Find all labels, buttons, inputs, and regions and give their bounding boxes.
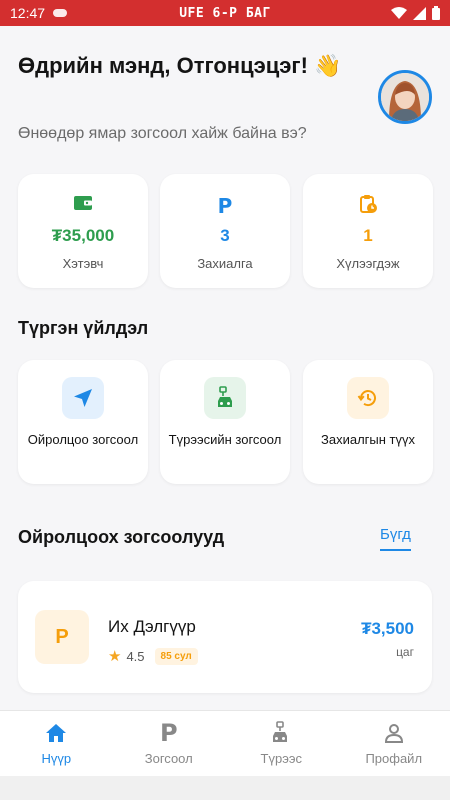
battery-icon	[432, 6, 440, 20]
price-unit: цаг	[396, 645, 414, 659]
nav-label: Түрээс	[260, 751, 302, 766]
status-carrier: UFE 6-Р БАГ	[179, 5, 271, 21]
nearby-title: Ойролцоох зогсоолууд	[18, 527, 225, 547]
stat-label: Хэтэвч	[62, 256, 104, 271]
status-icons	[391, 6, 440, 20]
greeting-title: Өдрийн мэнд, Отгонцэцэг! 👋	[18, 53, 342, 78]
stat-label: Хүлээгдэж	[336, 256, 400, 271]
nav-rental[interactable]: Түрээс	[225, 711, 338, 776]
stat-value: 1	[363, 226, 373, 245]
parking-icon: P	[217, 194, 233, 218]
stat-card-bookings[interactable]: P 3 Захиалга	[160, 174, 290, 288]
parking-name: Их Дэлгүүр	[108, 617, 196, 636]
quick-action-label: Захиалгын түүх	[321, 432, 415, 447]
system-nav-bar	[0, 776, 450, 800]
history-icon	[347, 377, 389, 419]
parking-card[interactable]: P Их Дэлгүүр ★ 4.5 85 сул ₮3,500 цаг	[18, 581, 432, 693]
status-time: 12:47	[10, 5, 46, 21]
parking-rating: ★ 4.5 85 сул	[108, 647, 198, 665]
greeting-subtitle: Өнөөдөр ямар зогсоол хайж байна вэ?	[18, 125, 307, 142]
nav-label: Профайл	[365, 751, 423, 766]
avatar-image	[381, 73, 429, 121]
stat-card-wallet[interactable]: ₮35,000 Хэтэвч	[18, 174, 148, 288]
nav-home[interactable]: Нүүр	[0, 711, 113, 776]
car-rent-icon	[269, 721, 293, 745]
quick-actions-title: Түргэн үйлдэл	[18, 318, 149, 338]
cloud-icon	[53, 9, 68, 17]
parking-icon: P	[159, 719, 178, 747]
wifi-icon	[391, 7, 407, 19]
stat-value: 3	[220, 226, 230, 245]
rating-value: 4.5	[126, 648, 145, 664]
available-spots-badge: 85 сул	[154, 647, 198, 665]
quick-action-history[interactable]: Захиалгын түүх	[303, 360, 433, 484]
status-bar: 12:47 UFE 6-Р БАГ	[0, 0, 450, 26]
see-all-link[interactable]: Бүгд	[380, 526, 411, 551]
nav-label: Зогсоол	[144, 751, 193, 766]
navigation-icon	[62, 377, 104, 419]
home-icon	[44, 721, 68, 745]
quick-action-rental[interactable]: Түрээсийн зогсоол	[160, 360, 290, 484]
star-icon: ★	[108, 648, 122, 665]
stat-value: ₮35,000	[51, 226, 115, 245]
clipboard-clock-icon	[358, 194, 378, 219]
wallet-icon	[73, 194, 93, 217]
signal-icon	[413, 6, 426, 20]
nav-label: Нүүр	[41, 751, 72, 766]
profile-icon	[382, 721, 406, 745]
home-content: Өдрийн мэнд, Отгонцэцэг! 👋 Өнөөдөр ямар …	[0, 26, 450, 710]
quick-action-label: Түрээсийн зогсоол	[168, 432, 282, 447]
avatar[interactable]	[378, 70, 432, 124]
nav-profile[interactable]: Профайл	[338, 711, 450, 776]
stat-label: Захиалга	[197, 256, 253, 271]
stat-card-pending[interactable]: 1 Хүлээгдэж	[303, 174, 433, 288]
quick-action-nearby[interactable]: Ойролцоо зогсоол	[18, 360, 148, 484]
bottom-nav: Нүүр P Зогсоол Түрээс Профайл	[0, 710, 450, 776]
parking-icon: P	[35, 610, 89, 664]
quick-action-label: Ойролцоо зогсоол	[27, 432, 139, 447]
parking-price: ₮3,500	[361, 619, 414, 638]
nav-parking[interactable]: P Зогсоол	[113, 711, 226, 776]
car-parking-icon	[204, 377, 246, 419]
